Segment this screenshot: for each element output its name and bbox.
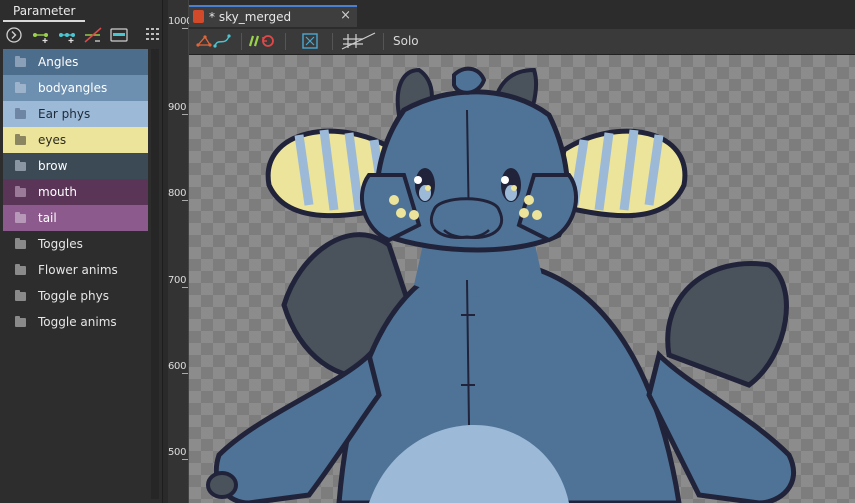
document-tab-title: * sky_merged — [209, 10, 292, 24]
ruler-label: 600 — [168, 361, 187, 372]
add-parameter-dual-icon[interactable] — [56, 25, 78, 45]
parameter-tab[interactable]: Parameter — [3, 3, 86, 22]
folder-icon — [15, 289, 26, 301]
parameter-group-label: Flower anims — [38, 263, 118, 277]
parameter-group-item[interactable]: bodyangles — [3, 75, 148, 101]
ruler-label: 700 — [168, 275, 187, 286]
grid-toggle-icon[interactable] — [339, 31, 379, 51]
parameter-group-item[interactable]: Toggle phys — [3, 283, 148, 309]
document-tab-bar: * sky_merged × — [189, 0, 855, 29]
model-canvas[interactable] — [189, 55, 855, 503]
view-toolbar: Solo — [189, 29, 855, 55]
ruler-label: 900 — [168, 102, 187, 113]
solo-toggle[interactable]: Solo — [393, 34, 419, 48]
folder-icon — [15, 81, 26, 93]
parameter-group-item[interactable]: brow — [3, 153, 148, 179]
dragon-model-illustration — [206, 66, 797, 503]
parameter-group-label: brow — [38, 159, 68, 173]
model-file-icon — [193, 10, 204, 23]
parameter-group-label: Toggles — [38, 237, 83, 251]
close-icon[interactable]: × — [340, 8, 351, 23]
parameter-group-label: mouth — [38, 185, 77, 199]
fit-view-icon[interactable] — [301, 32, 319, 50]
folder-icon — [15, 263, 26, 275]
folder-icon — [15, 107, 26, 119]
folder-icon — [15, 185, 26, 197]
parameter-group-item[interactable]: Angles — [3, 49, 148, 75]
parameter-scrollbar[interactable] — [151, 49, 159, 499]
parameter-group-item[interactable]: Flower anims — [3, 257, 148, 283]
parameter-group-item[interactable]: Toggle anims — [3, 309, 148, 335]
folder-icon — [15, 237, 26, 249]
vertical-ruler: 1000 900 800 700 600 500 — [168, 0, 193, 503]
mesh-edit-icon[interactable] — [195, 31, 233, 51]
parameter-group-item[interactable]: tail — [3, 205, 148, 231]
parameter-group-label: Toggle anims — [38, 315, 117, 329]
parameter-group-label: Angles — [38, 55, 79, 69]
document-tab[interactable]: * sky_merged × — [189, 5, 357, 27]
parameter-group-label: tail — [38, 211, 57, 225]
ruler-label: 800 — [168, 188, 187, 199]
ruler-label: 500 — [168, 447, 187, 458]
parameter-group-label: Toggle phys — [38, 289, 109, 303]
parameter-group-list: Angles bodyangles Ear phys eyes brow mouth tai… — [3, 49, 148, 335]
parameter-settings-icon[interactable] — [108, 25, 130, 45]
parameter-panel: Parameter Angles bodyangles Ear phys eye… — [0, 0, 163, 503]
folder-icon — [15, 211, 26, 223]
parameter-group-item[interactable]: Toggles — [3, 231, 148, 257]
parameter-group-item[interactable]: mouth — [3, 179, 148, 205]
parameter-group-label: Ear phys — [38, 107, 91, 121]
parameter-group-label: bodyangles — [38, 81, 108, 95]
folder-icon — [15, 159, 26, 171]
folder-icon — [15, 133, 26, 145]
expand-circle-icon[interactable] — [4, 25, 26, 45]
motion-tool-icon[interactable] — [247, 32, 277, 50]
grid-menu-icon[interactable] — [142, 25, 164, 45]
parameter-group-item[interactable]: eyes — [3, 127, 148, 153]
parameter-group-item[interactable]: Ear phys — [3, 101, 148, 127]
add-parameter-icon[interactable] — [30, 25, 52, 45]
delete-parameter-icon[interactable] — [82, 25, 104, 45]
folder-icon — [15, 315, 26, 327]
parameter-toolbar — [2, 24, 160, 46]
folder-icon — [15, 55, 26, 67]
parameter-group-label: eyes — [38, 133, 67, 147]
